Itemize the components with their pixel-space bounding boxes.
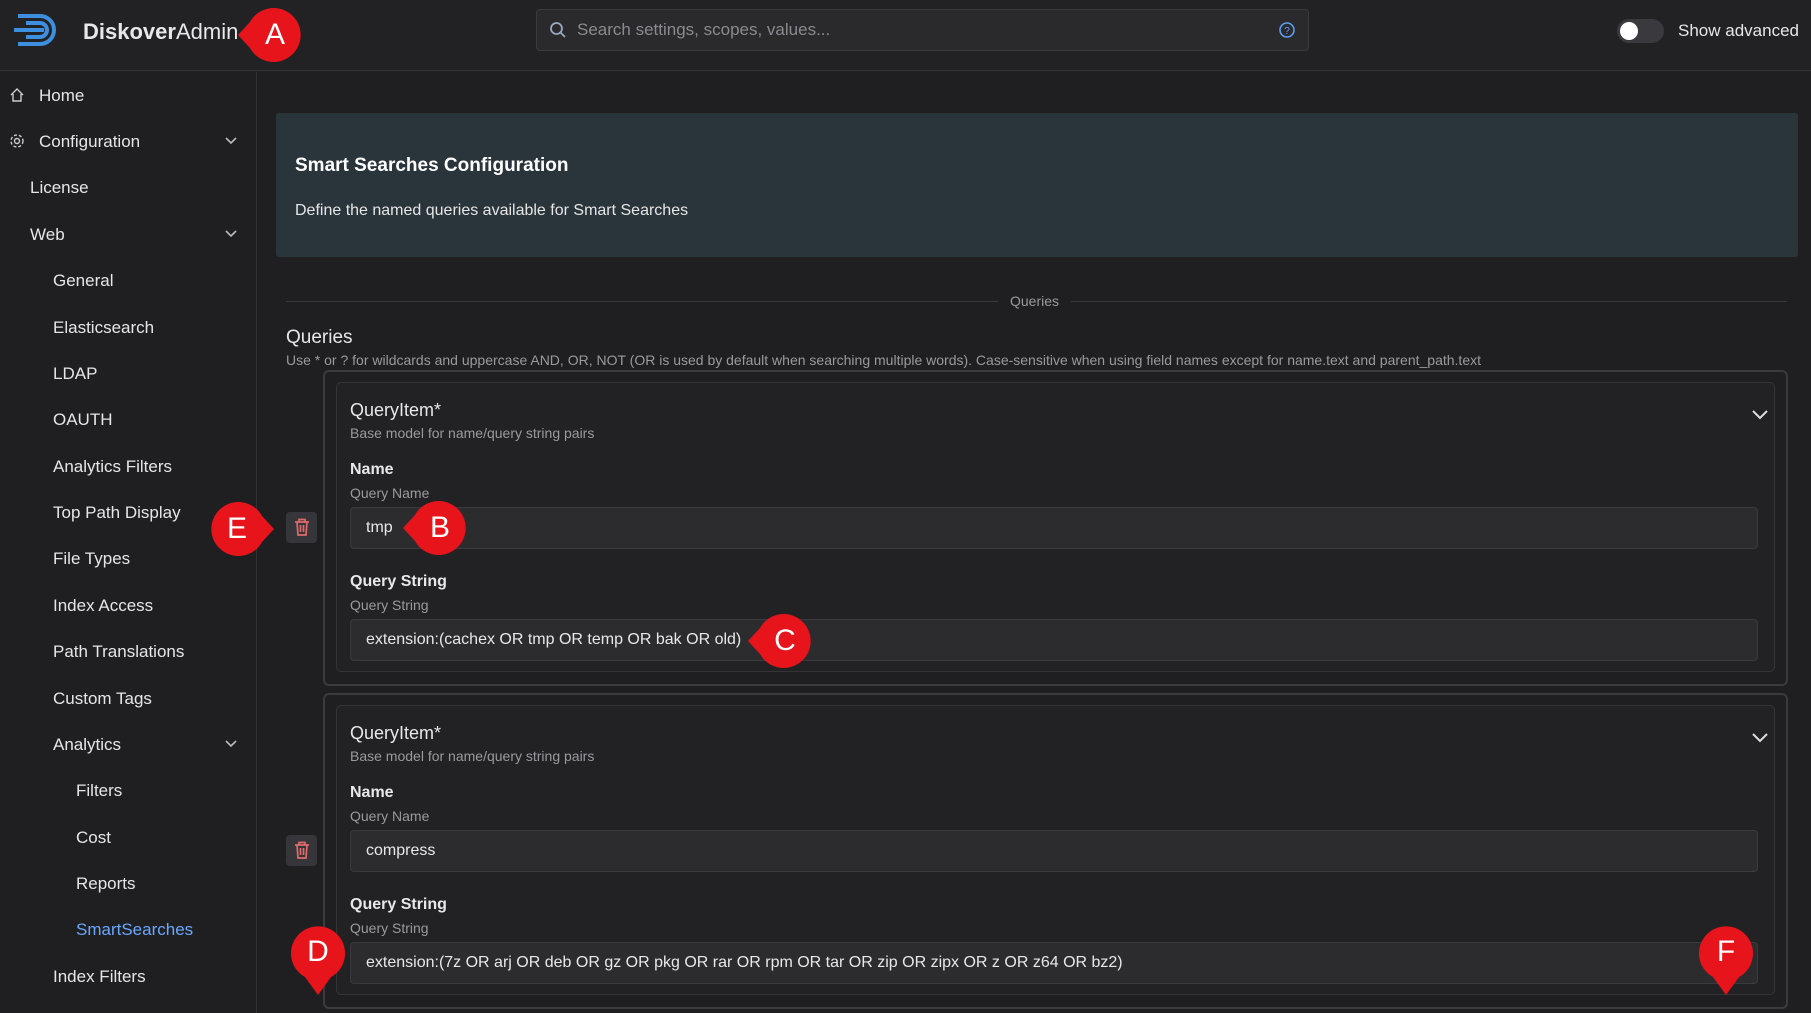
sidebar-item-label: Home xyxy=(39,86,85,105)
page-description: Define the named queries available for S… xyxy=(295,202,689,219)
section-description: Use * or ? for wildcards and uppercase A… xyxy=(286,352,1481,368)
sidebar-item-label: Filters xyxy=(76,781,123,800)
sidebar-item-label: LDAP xyxy=(53,364,98,383)
sidebar-item-analytics[interactable]: Analytics xyxy=(0,724,257,764)
query-string-label: Query String xyxy=(350,573,447,590)
query-string-input[interactable] xyxy=(350,942,1758,984)
sidebar-item-label: Reports xyxy=(76,874,136,893)
callout-marker-f: F xyxy=(1699,925,1753,995)
trash-icon xyxy=(295,841,309,859)
sidebar-item-reports[interactable]: Reports xyxy=(0,863,257,903)
chevron-down-icon xyxy=(225,230,237,238)
query-name-input[interactable] xyxy=(350,830,1758,872)
chevron-down-icon[interactable] xyxy=(1751,409,1769,421)
delete-query-button[interactable] xyxy=(286,512,317,543)
callout-marker-b: B xyxy=(403,501,469,555)
sidebar-item-elasticsearch[interactable]: Elasticsearch xyxy=(0,307,257,347)
query-name-input[interactable] xyxy=(350,507,1758,549)
toggle-knob xyxy=(1620,22,1638,40)
sidebar-item-path-translations[interactable]: Path Translations xyxy=(0,631,257,671)
sidebar-item-label: Web xyxy=(30,225,65,244)
show-advanced-label: Show advanced xyxy=(1678,21,1799,40)
sidebar-item-label: Custom Tags xyxy=(53,689,152,708)
sidebar-item-smartsearches[interactable]: SmartSearches xyxy=(0,909,257,949)
sidebar-item-web[interactable]: Web xyxy=(0,214,257,254)
sidebar-item-label: Index Access xyxy=(53,596,154,615)
sidebar-item-label: Index Filters xyxy=(53,967,146,986)
sidebar-item-custom-tags[interactable]: Custom Tags xyxy=(0,678,257,718)
name-sublabel: Query Name xyxy=(350,808,430,824)
query-string-input[interactable] xyxy=(350,619,1758,661)
sidebar-item-configuration[interactable]: Configuration xyxy=(0,121,257,161)
callout-marker-d: D xyxy=(291,925,345,995)
sidebar-item-analytics-filters[interactable]: Analytics Filters xyxy=(0,446,257,486)
query-string-sublabel: Query String xyxy=(350,597,429,613)
sidebar-item-index-access[interactable]: Index Access xyxy=(0,585,257,625)
sidebar-item-label: SmartSearches xyxy=(76,920,194,939)
sidebar-item-label: File Types xyxy=(53,549,131,568)
sidebar-item-label: OAUTH xyxy=(53,410,113,429)
sidebar-item-label: Configuration xyxy=(39,132,141,151)
section-title: Queries xyxy=(286,327,353,348)
search-icon xyxy=(550,22,566,38)
sidebar-item-filters[interactable]: Filters xyxy=(0,770,257,810)
query-string-sublabel: Query String xyxy=(350,920,429,936)
svg-text:?: ? xyxy=(1284,26,1290,37)
sidebar-item-label: License xyxy=(30,178,89,197)
intro-panel: Smart Searches Configuration Define the … xyxy=(276,113,1798,257)
query-item-subtitle: Base model for name/query string pairs xyxy=(350,748,595,764)
sidebar-item-oauth[interactable]: OAUTH xyxy=(0,399,257,439)
chevron-down-icon xyxy=(225,740,237,748)
query-item-container: QueryItem* Base model for name/query str… xyxy=(323,693,1788,1009)
sidebar-item-label: General xyxy=(53,271,114,290)
query-item-container: QueryItem* Base model for name/query str… xyxy=(323,370,1788,686)
app-title: DiskoverAdmin xyxy=(83,19,239,44)
sidebar-item-label: Path Translations xyxy=(53,642,185,661)
sidebar-item-home[interactable]: Home xyxy=(0,75,257,115)
sidebar-item-ldap[interactable]: LDAP xyxy=(0,353,257,393)
query-item-card: QueryItem* Base model for name/query str… xyxy=(336,705,1775,995)
gear-icon xyxy=(10,134,24,148)
sidebar-item-label: Analytics xyxy=(53,735,122,754)
delete-query-button[interactable] xyxy=(286,835,317,866)
sidebar-item-license[interactable]: License xyxy=(0,167,257,207)
query-string-label: Query String xyxy=(350,896,447,913)
chevron-down-icon xyxy=(225,137,237,145)
trash-icon xyxy=(295,518,309,536)
callout-marker-c: C xyxy=(748,614,814,668)
help-icon[interactable]: ? xyxy=(1278,21,1296,39)
query-item-title: QueryItem* xyxy=(350,400,442,420)
query-item-subtitle: Base model for name/query string pairs xyxy=(350,425,595,441)
sidebar-item-general[interactable]: General xyxy=(0,260,257,300)
diskover-logo xyxy=(14,14,56,46)
divider-label: Queries xyxy=(998,293,1072,309)
query-item-card: QueryItem* Base model for name/query str… xyxy=(336,382,1775,672)
global-search[interactable]: ? xyxy=(536,9,1309,51)
callout-marker-a: A xyxy=(238,8,304,62)
page-title: Smart Searches Configuration xyxy=(295,155,569,176)
name-sublabel: Query Name xyxy=(350,485,430,501)
sidebar-item-label: Elasticsearch xyxy=(53,318,155,337)
home-icon xyxy=(10,88,24,102)
sidebar-item-label: Analytics Filters xyxy=(53,457,173,476)
sidebar-item-label: Top Path Display xyxy=(53,503,181,522)
callout-marker-e: E xyxy=(208,502,274,556)
name-label: Name xyxy=(350,784,394,801)
sidebar-item-cost[interactable]: Cost xyxy=(0,817,257,857)
query-item-title: QueryItem* xyxy=(350,723,442,743)
sidebar-item-index-filters[interactable]: Index Filters xyxy=(0,956,257,996)
chevron-down-icon[interactable] xyxy=(1751,732,1769,744)
sidebar-item-label: Cost xyxy=(76,828,111,847)
show-advanced-toggle[interactable] xyxy=(1617,19,1664,43)
name-label: Name xyxy=(350,461,394,478)
search-input[interactable] xyxy=(577,10,1257,50)
